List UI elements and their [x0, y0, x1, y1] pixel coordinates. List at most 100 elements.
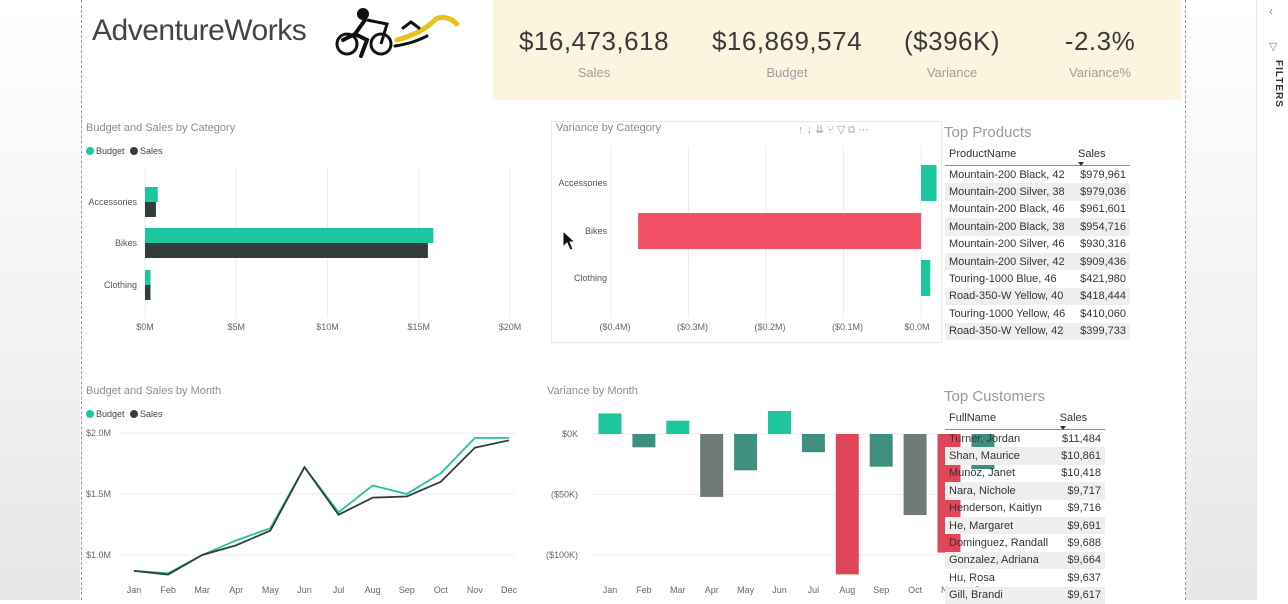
table-row[interactable]: Mountain-200 Black, 42 $979,961 — [945, 166, 1130, 184]
table-row[interactable]: Mountain-200 Black, 38 $954,716 — [945, 218, 1130, 236]
table-row[interactable]: Touring-1000 Yellow, 46 $410,060 — [945, 305, 1130, 322]
table-row[interactable]: Mountain-200 Silver, 46 $930,316 — [945, 236, 1130, 253]
variance-column — [666, 420, 690, 434]
bar-sales — [145, 202, 156, 217]
line-budget — [133, 436, 509, 575]
x-tick-label: May — [262, 585, 280, 595]
table-row[interactable]: Hu, Rosa $9,637 — [945, 569, 1105, 586]
x-tick-label: $0.0M — [904, 322, 929, 332]
x-tick-label: Sep — [873, 585, 889, 595]
variance-bar — [921, 165, 937, 201]
category-label: Clothing — [104, 280, 137, 290]
table-cell-sales: $961,601 — [1080, 203, 1126, 216]
column-header-productname[interactable]: ProductName — [945, 146, 1075, 166]
table-cell-name: Turner, Jordan — [949, 432, 1021, 445]
table-cell-sales: $410,060 — [1080, 307, 1126, 320]
x-tick-label: Aug — [839, 585, 855, 595]
variance-bar — [921, 260, 931, 296]
top-customers-title: Top Customers — [944, 388, 1045, 405]
x-tick-label: $0M — [136, 322, 154, 332]
y-tick-label: ($50K) — [551, 490, 578, 500]
table-cell-sales: $9,617 — [1055, 586, 1105, 604]
x-tick-label: $15M — [407, 322, 430, 332]
y-tick-label: ($100K) — [546, 550, 578, 560]
table-cell-sales: $9,664 — [1055, 551, 1105, 570]
category-label: Bikes — [585, 226, 608, 236]
table-cell-name: Munoz, Janet — [949, 467, 1016, 480]
table-row[interactable]: Road-350-W Yellow, 42 $399,733 — [945, 322, 1130, 340]
table-row[interactable]: Dominguez, Randall $9,688 — [945, 534, 1105, 551]
table-cell-sales: $9,688 — [1067, 537, 1101, 550]
variance-column — [903, 434, 927, 516]
y-tick-label: $2.0M — [86, 428, 111, 438]
variance-column — [632, 434, 656, 448]
table-cell-name: Mountain-200 Silver, 42 — [945, 252, 1075, 271]
table-cell-sales: $979,961 — [1080, 168, 1126, 181]
category-label: Bikes — [115, 238, 138, 248]
table-row[interactable]: Turner, Jordan $11,484 — [945, 430, 1105, 448]
variance-column — [598, 413, 622, 434]
table-cell-sales: $909,436 — [1074, 252, 1130, 271]
table-cell-name: He, Margaret — [945, 516, 1056, 535]
table-row[interactable]: Mountain-200 Silver, 38 $979,036 — [945, 183, 1130, 201]
sort-descending-icon — [1078, 162, 1085, 166]
table-cell-sales: $979,036 — [1074, 183, 1130, 201]
table-cell-name: Road-350-W Yellow, 40 — [945, 287, 1075, 306]
table-row[interactable]: Gill, Brandi $9,617 — [945, 586, 1105, 604]
table-row[interactable]: He, Margaret $9,691 — [945, 516, 1105, 535]
bar-sales — [145, 243, 428, 258]
table-row[interactable]: Shan, Maurice $10,861 — [945, 447, 1105, 465]
y-tick-label: $1.5M — [86, 489, 111, 499]
table-cell-sales: $9,716 — [1067, 502, 1101, 515]
variance-column — [768, 411, 791, 434]
x-tick-label: Nov — [467, 585, 484, 595]
table-row[interactable]: Gonzalez, Adriana $9,664 — [945, 551, 1105, 570]
table-row[interactable]: Munoz, Janet $10,418 — [945, 465, 1105, 482]
variance-column — [869, 434, 893, 467]
x-tick-label: Jul — [808, 585, 820, 595]
column-header-sales[interactable]: Sales — [1055, 410, 1105, 430]
bar-budget — [145, 187, 158, 202]
x-tick-label: Sep — [399, 585, 415, 595]
bar-budget — [145, 270, 151, 285]
table-cell-name: Hu, Rosa — [949, 571, 995, 584]
table-cell-name: Gill, Brandi — [945, 586, 1056, 604]
table-cell-name: Gonzalez, Adriana — [945, 551, 1056, 570]
table-cell-sales: $954,716 — [1074, 218, 1130, 236]
top-products-title: Top Products — [944, 124, 1032, 141]
table-cell-name: Mountain-200 Silver, 38 — [945, 183, 1075, 201]
table-cell-sales: $9,637 — [1067, 571, 1101, 584]
column-header-label: Sales — [1059, 412, 1088, 424]
table-cell-name: Mountain-200 Silver, 46 — [949, 238, 1065, 251]
top-customers-table[interactable]: FullName Sales Turner, Jordan $11,484 Shan… — [945, 410, 1105, 604]
top-products-table[interactable]: ProductName Sales Mountain-200 Black, 42… — [945, 146, 1130, 340]
table-cell-sales: $421,980 — [1080, 273, 1126, 286]
sort-descending-icon — [1059, 426, 1066, 430]
table-cell-name: Road-350-W Yellow, 42 — [945, 322, 1075, 340]
x-tick-label: Mar — [194, 585, 210, 595]
table-cell-name: Nara, Nichole — [945, 482, 1056, 500]
table-row[interactable]: Henderson, Kaitlyn $9,716 — [945, 500, 1105, 517]
category-label: Clothing — [574, 273, 607, 283]
column-header-sales[interactable]: Sales — [1074, 146, 1130, 166]
table-row[interactable]: Road-350-W Yellow, 40 $418,444 — [945, 287, 1130, 306]
table-row[interactable]: Mountain-200 Silver, 42 $909,436 — [945, 252, 1130, 271]
x-tick-label: May — [737, 585, 755, 595]
x-tick-label: Jun — [772, 585, 787, 595]
table-row[interactable]: Touring-1000 Blue, 46 $421,980 — [945, 270, 1130, 287]
x-tick-label: ($0.4M) — [599, 322, 630, 332]
variance-column — [835, 434, 859, 575]
variance-column — [801, 434, 825, 453]
variance-column — [734, 434, 758, 471]
table-row[interactable]: Mountain-200 Black, 46 $961,601 — [945, 201, 1130, 218]
mouse-cursor-icon — [562, 230, 577, 251]
x-tick-label: ($0.3M) — [677, 322, 708, 332]
x-tick-label: $5M — [227, 322, 245, 332]
table-row[interactable]: Nara, Nichole $9,717 — [945, 482, 1105, 500]
table-cell-name: Mountain-200 Black, 42 — [949, 168, 1065, 181]
table-cell-name: Mountain-200 Black, 38 — [945, 218, 1075, 236]
column-header-fullname[interactable]: FullName — [945, 410, 1056, 430]
table-cell-name: Mountain-200 Black, 46 — [949, 203, 1065, 216]
table-cell-name: Touring-1000 Yellow, 46 — [949, 307, 1066, 320]
x-tick-label: Jan — [127, 585, 142, 595]
